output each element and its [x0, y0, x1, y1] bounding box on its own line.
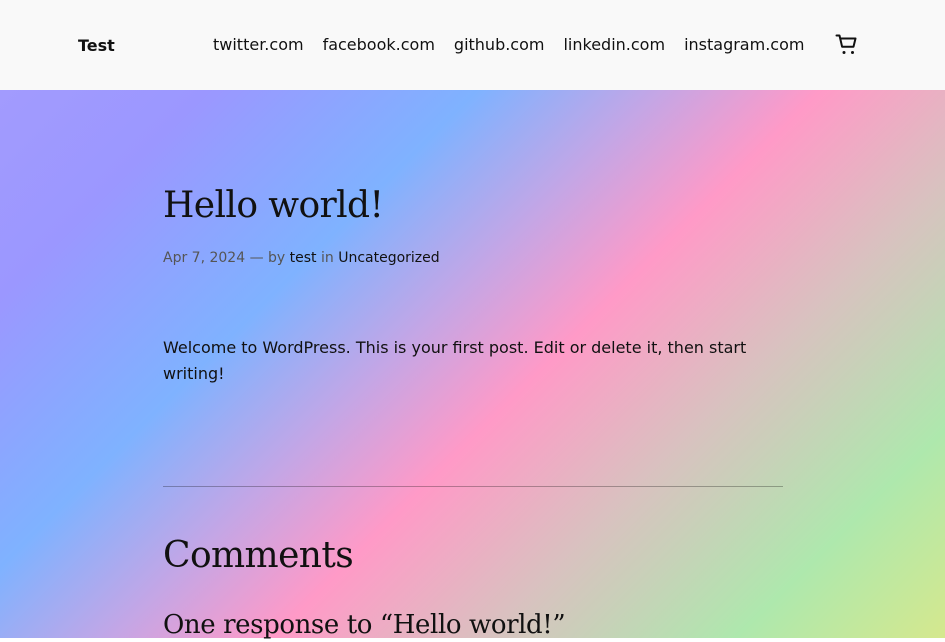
post-title[interactable]: Hello world!	[163, 182, 384, 230]
comments-heading: Comments	[163, 535, 354, 576]
meta-in-label: in	[320, 250, 334, 266]
site-title[interactable]: Test	[78, 35, 115, 57]
meta-by-label: by	[268, 250, 286, 266]
nav-link-linkedin[interactable]: linkedin.com	[563, 33, 665, 57]
primary-navigation: twitter.com facebook.com github.com link…	[213, 33, 804, 57]
nav-link-github[interactable]: github.com	[454, 33, 545, 57]
cart-icon[interactable]	[835, 33, 859, 57]
post-author-link[interactable]: test	[290, 250, 317, 266]
post-body: Welcome to WordPress. This is your first…	[163, 338, 747, 383]
post-category-link[interactable]: Uncategorized	[338, 250, 439, 266]
responses-count-heading: One response to “Hello world!”	[163, 610, 566, 640]
post-date[interactable]: Apr 7, 2024	[163, 250, 245, 266]
nav-link-facebook[interactable]: facebook.com	[323, 33, 435, 57]
post-meta: Apr 7, 2024 — by test in Uncategorized	[163, 248, 440, 268]
comments-divider	[163, 486, 783, 487]
nav-link-instagram[interactable]: instagram.com	[684, 33, 804, 57]
nav-link-twitter[interactable]: twitter.com	[213, 33, 304, 57]
site-header: Test twitter.com facebook.com github.com…	[0, 0, 945, 90]
meta-separator: —	[249, 250, 264, 266]
